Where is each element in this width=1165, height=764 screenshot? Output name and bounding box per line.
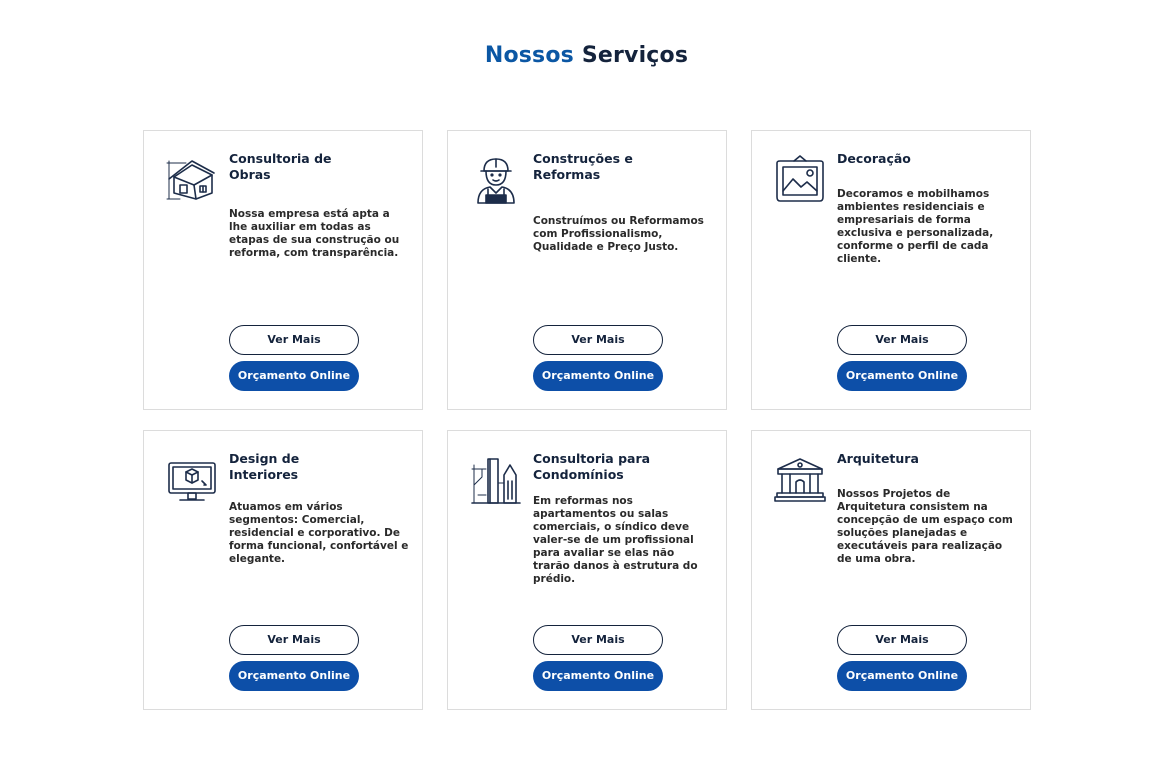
framed-picture-icon (774, 155, 826, 207)
service-card-decoracao: Decoração Decoramos e mobilhamos ambient… (751, 130, 1031, 410)
service-card-construcoes-reformas: Construções e Reformas Construímos ou Re… (447, 130, 727, 410)
orcamento-online-button[interactable]: Orçamento Online (533, 361, 663, 391)
service-description: Nossa empresa está apta a lhe auxiliar e… (229, 208, 400, 259)
orcamento-online-button[interactable]: Orçamento Online (533, 661, 663, 691)
services-grid: Consultoria de Obras Nossa empresa está … (143, 130, 1031, 710)
service-title: Design de Interiores (229, 451, 300, 482)
ver-mais-button[interactable]: Ver Mais (229, 325, 359, 355)
service-title: Arquitetura (837, 451, 919, 466)
service-description: Em reformas nos apartamentos ou salas co… (533, 495, 698, 585)
ver-mais-button[interactable]: Ver Mais (533, 325, 663, 355)
ver-mais-button[interactable]: Ver Mais (837, 325, 967, 355)
section-title-accent: Nossos (484, 43, 574, 68)
service-title: Consultoria de Obras (229, 151, 332, 182)
service-title: Construções e Reformas (533, 151, 633, 182)
service-title: Consultoria para Condomínios (533, 451, 651, 482)
service-title: Decoração (837, 151, 911, 166)
construction-worker-icon (470, 155, 522, 207)
service-description: Decoramos e mobilhamos ambientes residen… (837, 188, 994, 265)
classical-building-icon (774, 455, 826, 507)
section-title: Nossos Serviços (0, 43, 1165, 68)
service-description: Nossos Projetos de Arquitetura consistem… (837, 488, 1013, 565)
service-card-design-interiores: Design de Interiores Atuamos em vários s… (143, 430, 423, 710)
computer-monitor-icon (166, 455, 218, 507)
service-description: Atuamos em vários segmentos: Comercial, … (229, 501, 409, 565)
orcamento-online-button[interactable]: Orçamento Online (229, 661, 359, 691)
orcamento-online-button[interactable]: Orçamento Online (837, 661, 967, 691)
service-description: Construímos ou Reformamos com Profission… (533, 215, 704, 253)
orcamento-online-button[interactable]: Orçamento Online (229, 361, 359, 391)
orcamento-online-button[interactable]: Orçamento Online (837, 361, 967, 391)
section-title-rest: Serviços (581, 43, 689, 68)
service-card-consultoria-obras: Consultoria de Obras Nossa empresa está … (143, 130, 423, 410)
ver-mais-button[interactable]: Ver Mais (533, 625, 663, 655)
ver-mais-button[interactable]: Ver Mais (229, 625, 359, 655)
service-card-consultoria-condominios: Consultoria para Condomínios Em reformas… (447, 430, 727, 710)
buildings-crane-icon (470, 455, 522, 507)
service-card-arquitetura: Arquitetura Nossos Projetos de Arquitetu… (751, 430, 1031, 710)
house-blueprint-icon (166, 155, 218, 207)
ver-mais-button[interactable]: Ver Mais (837, 625, 967, 655)
